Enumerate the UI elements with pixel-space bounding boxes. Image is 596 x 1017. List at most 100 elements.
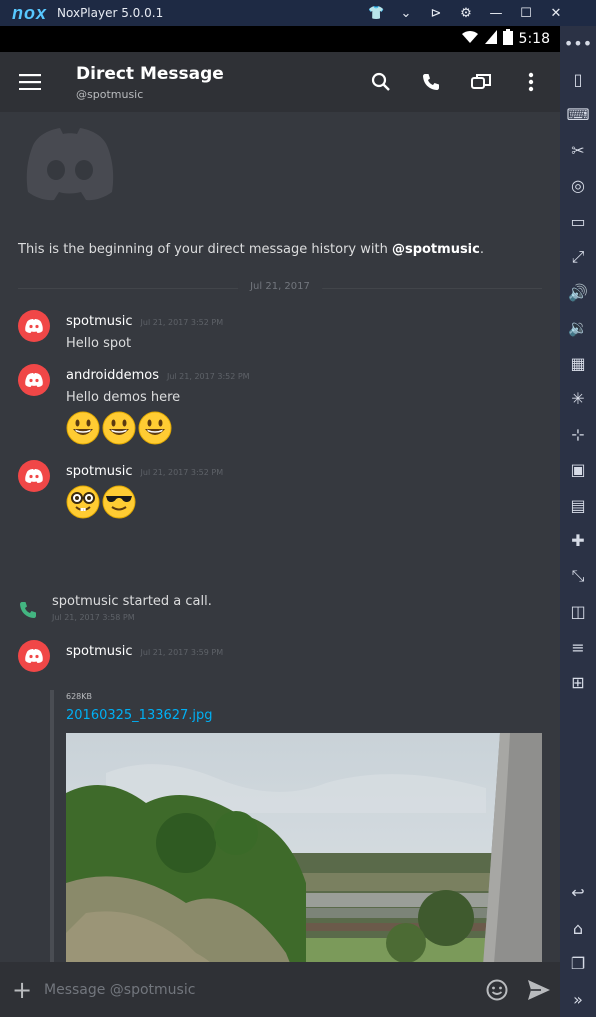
shirt-icon[interactable]: 👕 bbox=[368, 6, 384, 21]
grinning-emoji-icon bbox=[66, 411, 100, 445]
app-list-icon[interactable]: ◫ bbox=[560, 594, 596, 630]
overflow-menu-button[interactable] bbox=[510, 61, 552, 103]
nox-logo: nox bbox=[12, 2, 48, 23]
status-time: 5:18 bbox=[518, 31, 550, 47]
controller-icon[interactable]: ✚ bbox=[560, 523, 596, 559]
message-input[interactable] bbox=[44, 981, 476, 998]
window-title: NoxPlayer 5.0.0.1 bbox=[57, 6, 164, 20]
send-button[interactable] bbox=[518, 969, 560, 1011]
shake-icon[interactable]: ▯ bbox=[560, 62, 596, 98]
title-bar-controls: 👕 ⌄ ⊳ ⚙ — ☐ ✕ bbox=[368, 0, 564, 26]
message-content: androiddemos Jul 21, 2017 3:52 PM Hello d… bbox=[66, 364, 250, 445]
welcome-username: @spotmusic bbox=[391, 242, 480, 257]
phone-call-icon bbox=[20, 602, 36, 618]
message-content: spotmusic Jul 21, 2017 3:52 PM bbox=[66, 460, 223, 519]
message-list[interactable]: This is the beginning of your direct mes… bbox=[0, 112, 560, 1017]
back-icon[interactable]: ↩ bbox=[560, 875, 596, 911]
message-username[interactable]: spotmusic bbox=[66, 464, 133, 479]
grinning-emoji-icon bbox=[138, 411, 172, 445]
minimize-icon[interactable]: — bbox=[488, 6, 504, 21]
recent-apps-icon[interactable]: ❐ bbox=[560, 946, 596, 982]
message-text: Hello spot bbox=[66, 336, 132, 351]
attachment-filename-link[interactable]: 20160325_133627.jpg bbox=[66, 708, 213, 723]
search-icon bbox=[371, 72, 390, 91]
avatar[interactable] bbox=[18, 640, 50, 672]
discord-avatar-icon bbox=[25, 319, 43, 333]
fullscreen-icon[interactable]: ⤢ bbox=[560, 239, 596, 275]
volume-down-icon[interactable]: 🔉 bbox=[560, 310, 596, 346]
screen-icon[interactable]: ▭ bbox=[560, 204, 596, 240]
attachment-accent-bar bbox=[50, 690, 54, 970]
emulator-side-toolbar: ••• ▯ ⌨ ✂ ◎ ▭ ⤢ 🔊 🔉 ▦ ✳ ⊹ ▣ ▤ ✚ ⤡ ◫ ≡ ⊞ … bbox=[560, 26, 596, 1017]
wifi-icon bbox=[461, 30, 479, 48]
menu-icon bbox=[19, 74, 41, 90]
keyboard-icon[interactable]: ⌨ bbox=[560, 97, 596, 133]
message-timestamp: Jul 21, 2017 3:52 PM bbox=[140, 318, 224, 327]
more-vertical-icon bbox=[528, 72, 534, 92]
phone-screen: 5:18 Direct Message @spotmusic This is t… bbox=[0, 26, 560, 1017]
location-icon[interactable]: ◎ bbox=[560, 168, 596, 204]
welcome-prefix: This is the beginning of your direct mes… bbox=[18, 242, 392, 257]
signal-icon bbox=[484, 30, 497, 48]
message-content: spotmusic Jul 21, 2017 3:59 PM bbox=[66, 640, 223, 659]
page-title: Direct Message bbox=[76, 63, 224, 84]
avatar[interactable] bbox=[18, 460, 50, 492]
app-bar-title: Direct Message @spotmusic bbox=[76, 64, 224, 101]
more-icon[interactable]: ••• bbox=[560, 26, 596, 62]
avatar[interactable] bbox=[18, 310, 50, 342]
welcome-message: This is the beginning of your direct mes… bbox=[18, 242, 484, 257]
virtual-mouse-icon[interactable]: ⊹ bbox=[560, 417, 596, 453]
app-bar-actions bbox=[360, 52, 552, 112]
gear-icon[interactable]: ⚙ bbox=[458, 6, 474, 21]
add-attachment-button[interactable]: + bbox=[0, 976, 44, 1004]
discord-avatar-icon bbox=[25, 373, 43, 387]
call-button[interactable] bbox=[410, 61, 452, 103]
page-subtitle: @spotmusic bbox=[76, 87, 144, 101]
volume-up-icon[interactable]: 🔊 bbox=[560, 275, 596, 311]
hamburger-menu-button[interactable] bbox=[0, 52, 60, 112]
search-button[interactable] bbox=[360, 61, 402, 103]
date-divider: Jul 21, 2017 bbox=[18, 281, 542, 292]
menu-icon[interactable]: ≡ bbox=[560, 630, 596, 666]
home-icon[interactable]: ⌂ bbox=[560, 911, 596, 947]
phone-icon bbox=[423, 74, 439, 90]
smiley-icon bbox=[486, 979, 508, 1000]
grinning-emoji-icon bbox=[102, 411, 136, 445]
message-composer: + bbox=[0, 962, 560, 1017]
send-icon bbox=[528, 979, 550, 1000]
discord-avatar-icon bbox=[25, 469, 43, 483]
call-event-text: spotmusic started a call. bbox=[52, 594, 212, 609]
nerd-emoji-icon bbox=[66, 485, 100, 519]
close-icon[interactable]: ✕ bbox=[548, 6, 564, 21]
date-divider-label: Jul 21, 2017 bbox=[238, 281, 322, 292]
maximize-icon[interactable]: ☐ bbox=[518, 6, 534, 21]
video-record-icon[interactable]: ▣ bbox=[560, 452, 596, 488]
multi-instance-icon[interactable]: ▤ bbox=[560, 488, 596, 524]
emoji-row bbox=[66, 485, 223, 519]
attachment-size: 628KB bbox=[66, 692, 93, 701]
discord-logo-icon bbox=[26, 128, 114, 201]
app-bar: Direct Message @spotmusic bbox=[0, 52, 560, 112]
message-username[interactable]: spotmusic bbox=[66, 644, 133, 659]
chevron-down-icon[interactable]: ⌄ bbox=[398, 6, 414, 21]
chat-bubbles-icon bbox=[471, 74, 491, 89]
emoji-picker-button[interactable] bbox=[476, 969, 518, 1011]
message-content: spotmusic Jul 21, 2017 3:52 PM Hello spot bbox=[66, 310, 223, 351]
loading-icon[interactable]: ✳ bbox=[560, 381, 596, 417]
message-username[interactable]: androiddemos bbox=[66, 368, 159, 383]
resize-icon[interactable]: ⤡ bbox=[560, 559, 596, 595]
scissors-icon[interactable]: ✂ bbox=[560, 133, 596, 169]
discord-avatar-icon bbox=[25, 649, 43, 663]
pin-icon[interactable]: ⊳ bbox=[428, 6, 444, 21]
message-username[interactable]: spotmusic bbox=[66, 314, 133, 329]
add-icon[interactable]: ⊞ bbox=[560, 665, 596, 701]
file-attachment[interactable]: 628KB 20160325_133627.jpg bbox=[50, 690, 542, 1017]
expand-icon[interactable]: » bbox=[560, 982, 596, 1017]
apk-icon[interactable]: ▦ bbox=[560, 346, 596, 382]
members-button[interactable] bbox=[460, 61, 502, 103]
message-timestamp: Jul 21, 2017 3:52 PM bbox=[166, 372, 250, 381]
message-timestamp: Jul 21, 2017 3:52 PM bbox=[140, 468, 224, 477]
avatar[interactable] bbox=[18, 364, 50, 396]
call-event-timestamp: Jul 21, 2017 3:58 PM bbox=[52, 613, 135, 622]
message-timestamp: Jul 21, 2017 3:59 PM bbox=[140, 648, 224, 657]
